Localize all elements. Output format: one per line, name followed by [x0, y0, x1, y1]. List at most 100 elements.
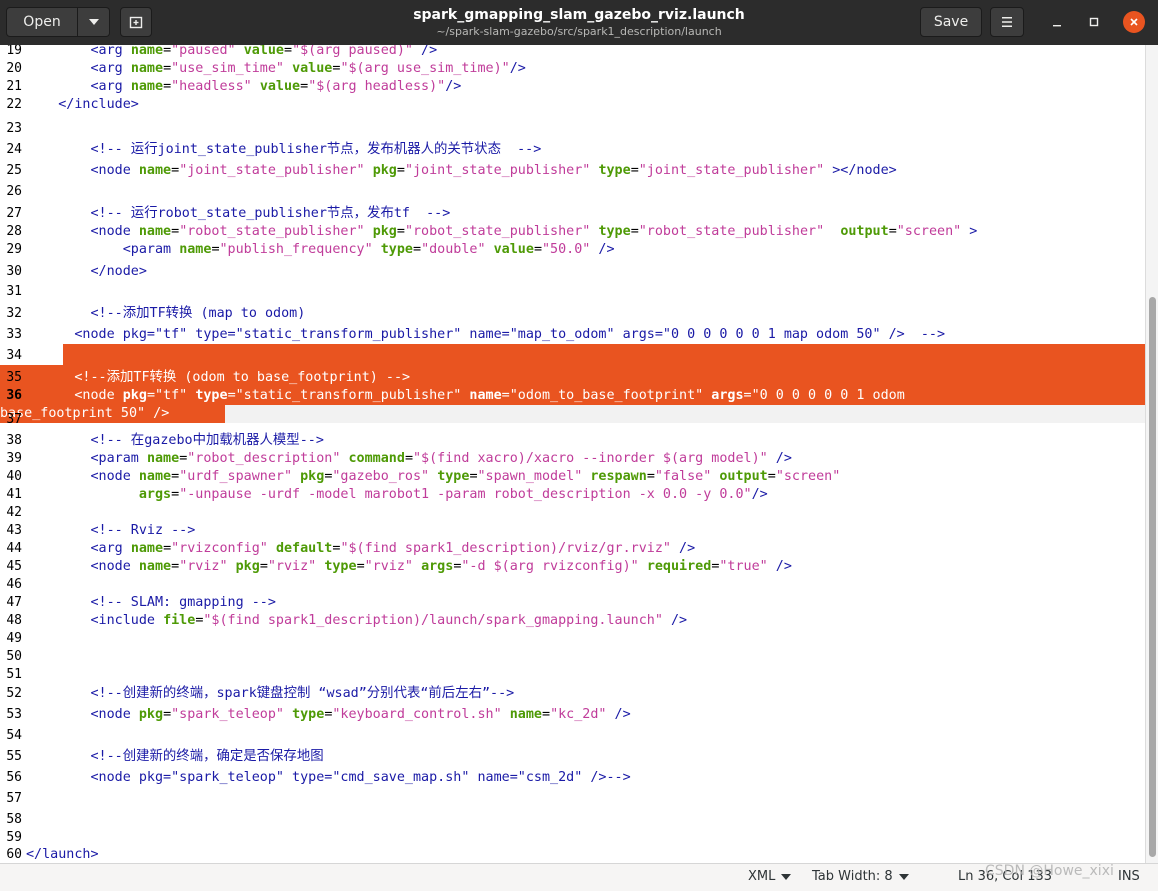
- line-number: 41: [6, 487, 22, 502]
- line-number: 26: [6, 184, 22, 199]
- line-number: 51: [6, 667, 22, 682]
- scrollbar-thumb[interactable]: [1149, 297, 1156, 857]
- watermark: CSDN @Howe_xixi: [985, 863, 1114, 879]
- line-number: 54: [6, 728, 22, 743]
- line-number: 40: [6, 469, 22, 484]
- code-line[interactable]: 37: [0, 408, 1145, 429]
- code-line[interactable]: 57: [0, 787, 1145, 808]
- close-icon: [1130, 18, 1138, 26]
- code-text: <param name="publish_frequency" type="do…: [122, 242, 615, 257]
- tab-width-label: Tab Width: 8: [812, 869, 893, 884]
- minimize-button[interactable]: [1046, 11, 1068, 33]
- line-number: 49: [6, 631, 22, 646]
- code-line[interactable]: 33 <node pkg="tf" type="static_transform…: [0, 323, 1145, 344]
- code-line[interactable]: 39 <param name="robot_description" comma…: [0, 450, 1145, 468]
- code-text: args="-unpause -urdf -model marobot1 -pa…: [138, 487, 768, 502]
- code-line[interactable]: 23: [0, 117, 1145, 138]
- code-text: </include>: [58, 97, 139, 112]
- line-number: 29: [6, 242, 22, 257]
- code-line[interactable]: 19 <arg name="paused" value="$(arg pause…: [0, 45, 1145, 60]
- code-text: <!--添加TF转换 (map to odom): [90, 306, 306, 321]
- code-line[interactable]: 58: [0, 808, 1145, 829]
- code-line[interactable]: 51: [0, 666, 1145, 684]
- code-text: </launch>: [26, 847, 99, 862]
- code-line[interactable]: 40 <node name="urdf_spawner" pkg="gazebo…: [0, 468, 1145, 486]
- code-line[interactable]: 38 <!-- 在gazebo中加载机器人模型-->: [0, 429, 1145, 450]
- code-line[interactable]: 24 <!-- 运行joint_state_publisher节点，发布机器人的…: [0, 138, 1145, 159]
- code-line[interactable]: 59: [0, 829, 1145, 846]
- code-line[interactable]: 53 <node pkg="spark_teleop" type="keyboa…: [0, 703, 1145, 724]
- code-text: <!-- Rviz -->: [90, 523, 196, 538]
- code-line[interactable]: 45 <node name="rviz" pkg="rviz" type="rv…: [0, 558, 1145, 576]
- code-line[interactable]: 28 <node name="robot_state_publisher" pk…: [0, 223, 1145, 241]
- code-text: <node name="urdf_spawner" pkg="gazebo_ro…: [90, 469, 841, 484]
- code-text: <node pkg="spark_teleop" type="cmd_save_…: [26, 770, 631, 785]
- line-number: 48: [6, 613, 22, 628]
- line-number: 33: [6, 327, 22, 342]
- language-label: XML: [748, 869, 776, 884]
- code-text: <param name="robot_description" command=…: [90, 451, 792, 466]
- line-number: 44: [6, 541, 22, 556]
- line-number: 35: [6, 370, 22, 385]
- save-button[interactable]: Save: [920, 7, 982, 37]
- code-line[interactable]: 29 <param name="publish_frequency" type=…: [0, 241, 1145, 259]
- tab-width-selector[interactable]: Tab Width: 8: [812, 869, 909, 884]
- code-line[interactable]: 21 <arg name="headless" value="$(arg hea…: [0, 78, 1145, 96]
- code-text: <!--添加TF转换 (odom to base_footprint) -->: [74, 370, 411, 385]
- header-bar: Open spark_gmapping_slam_gazebo_rviz.lau…: [0, 0, 1158, 45]
- code-editor[interactable]: 19 <arg name="paused" value="$(arg pause…: [0, 45, 1145, 863]
- line-number: 31: [6, 284, 22, 299]
- code-text: <node name="rviz" pkg="rviz" type="rviz"…: [90, 559, 792, 574]
- code-line[interactable]: 47 <!-- SLAM: gmapping -->: [0, 594, 1145, 612]
- line-number: 59: [6, 830, 22, 845]
- code-text: <arg name="paused" value="$(arg paused)"…: [90, 45, 438, 58]
- code-line[interactable]: 43 <!-- Rviz -->: [0, 522, 1145, 540]
- code-text: <!-- 在gazebo中加载机器人模型-->: [90, 433, 324, 448]
- code-line[interactable]: 55 <!--创建新的终端，确定是否保存地图: [0, 745, 1145, 766]
- code-text: <!-- 运行joint_state_publisher节点，发布机器人的关节状…: [90, 142, 542, 157]
- code-line[interactable]: 32 <!--添加TF转换 (map to odom): [0, 301, 1145, 323]
- language-selector[interactable]: XML: [748, 869, 792, 884]
- line-number: 20: [6, 61, 22, 76]
- code-line[interactable]: 49: [0, 630, 1145, 648]
- maximize-button[interactable]: [1083, 11, 1105, 33]
- code-line[interactable]: 56 <node pkg="spark_teleop" type="cmd_sa…: [0, 766, 1145, 787]
- code-line[interactable]: 44 <arg name="rvizconfig" default="$(fin…: [0, 540, 1145, 558]
- chevron-down-icon: [898, 873, 909, 880]
- vertical-scrollbar[interactable]: [1145, 45, 1158, 863]
- code-text: <arg name="rvizconfig" default="$(find s…: [90, 541, 696, 556]
- code-line[interactable]: 25 <node name="joint_state_publisher" pk…: [0, 159, 1145, 180]
- code-line[interactable]: 35 <!--添加TF转换 (odom to base_footprint) -…: [0, 365, 1145, 387]
- code-text: <arg name="use_sim_time" value="$(arg us…: [90, 61, 526, 76]
- code-line[interactable]: 26: [0, 180, 1145, 201]
- close-button[interactable]: [1123, 11, 1145, 33]
- line-number: 25: [6, 163, 22, 178]
- code-line[interactable]: 22 </include>: [0, 96, 1145, 114]
- hamburger-menu-icon: [1002, 17, 1012, 27]
- code-line[interactable]: 20 <arg name="use_sim_time" value="$(arg…: [0, 60, 1145, 78]
- line-number: 56: [6, 770, 22, 785]
- code-line[interactable]: 41 args="-unpause -urdf -model marobot1 …: [0, 486, 1145, 504]
- line-number: 34: [6, 348, 22, 363]
- code-line[interactable]: 54: [0, 724, 1145, 745]
- code-line[interactable]: 42: [0, 504, 1145, 522]
- line-number: 24: [6, 142, 22, 157]
- code-line[interactable]: 27 <!-- 运行robot_state_publisher节点，发布tf -…: [0, 201, 1145, 223]
- code-text: <!-- 运行robot_state_publisher节点，发布tf -->: [90, 206, 451, 221]
- code-line[interactable]: 48 <include file="$(find spark1_descript…: [0, 612, 1145, 630]
- code-line[interactable]: 52 <!--创建新的终端，spark键盘控制 “wsad”分别代表“前后左右”…: [0, 684, 1145, 703]
- code-text: <!--创建新的终端，确定是否保存地图: [90, 749, 324, 764]
- menu-button[interactable]: [990, 7, 1024, 37]
- line-number: 46: [6, 577, 22, 592]
- code-line[interactable]: 34: [0, 344, 1145, 365]
- line-number: 58: [6, 812, 22, 827]
- code-line[interactable]: 31: [0, 281, 1145, 301]
- code-line[interactable]: 60 </launch>: [0, 846, 1145, 863]
- code-text: </node>: [90, 264, 147, 279]
- line-number: 52: [6, 686, 22, 701]
- line-number: 30: [6, 264, 22, 279]
- code-line[interactable]: 46: [0, 576, 1145, 594]
- code-line[interactable]: 30 </node>: [0, 259, 1145, 281]
- line-number: 39: [6, 451, 22, 466]
- code-line[interactable]: 50: [0, 648, 1145, 666]
